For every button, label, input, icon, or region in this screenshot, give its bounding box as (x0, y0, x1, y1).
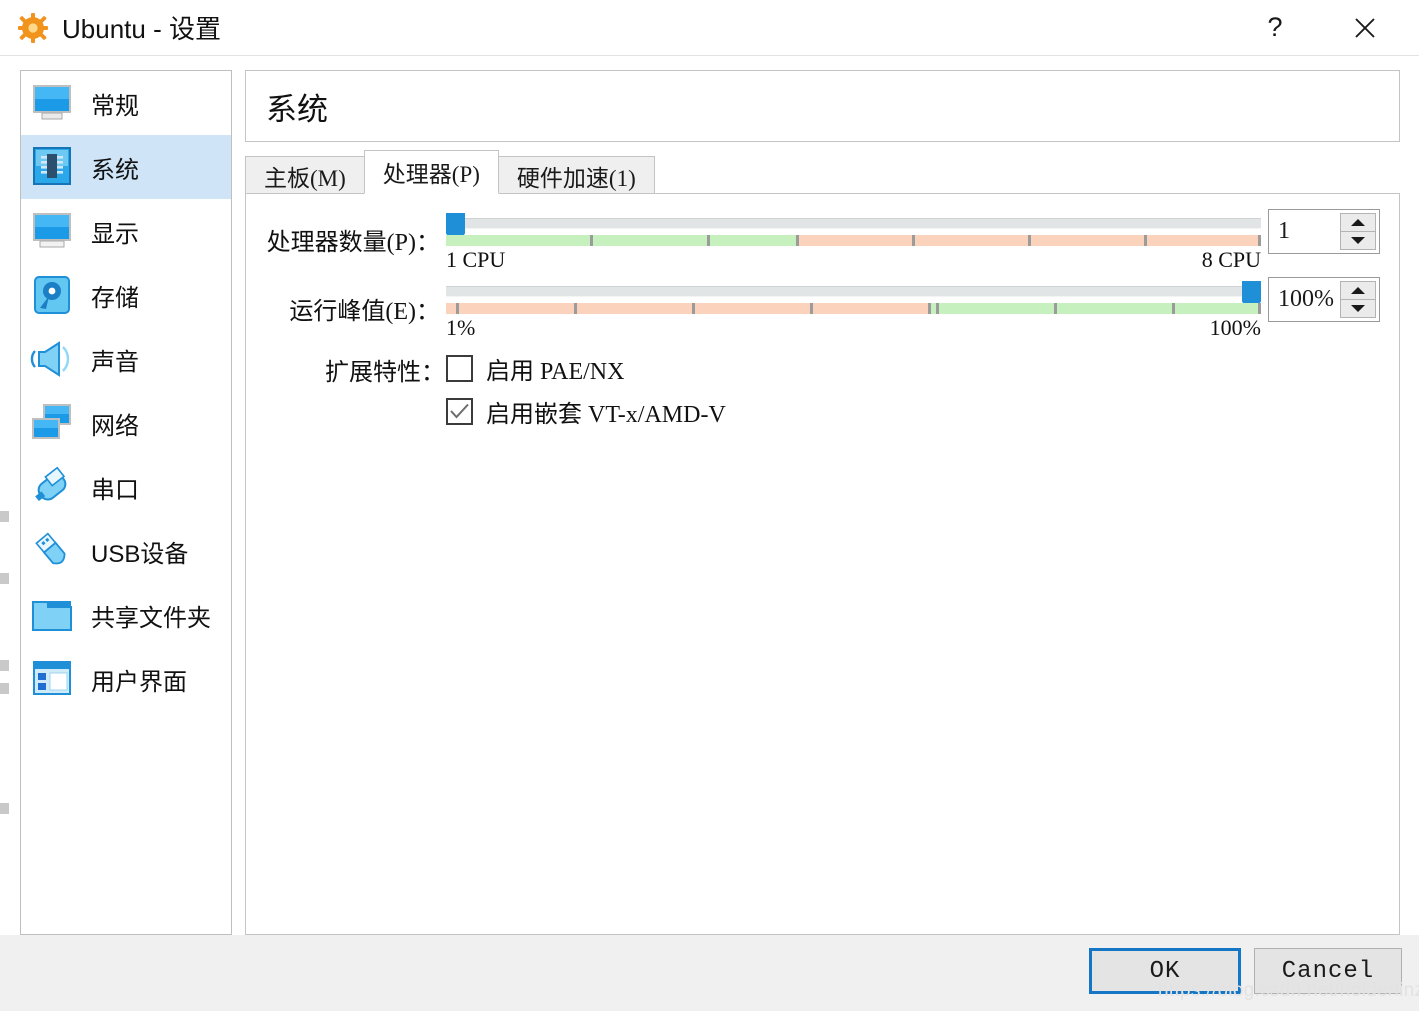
cpu-count-label: 处理器数量(P)： (266, 230, 440, 256)
exec-cap-increment-icon[interactable] (1340, 281, 1376, 300)
sidebar-item-system[interactable]: 系统 (21, 135, 231, 199)
help-button[interactable]: ? (1249, 5, 1301, 51)
watermark-text: https://blog.csdn.net/holderlinzhang (1158, 980, 1419, 1001)
sidebar-item-label: 串口 (91, 476, 139, 504)
extended-features-label: 扩展特性： (325, 360, 445, 386)
tab-motherboard[interactable]: 主板(M) (245, 156, 365, 194)
pae-nx-label: 启用 PAE/NX (486, 359, 625, 385)
cpu-count-row: 处理器数量(P)： (265, 216, 440, 257)
close-icon[interactable] (1339, 5, 1391, 51)
speaker-icon (27, 336, 77, 382)
exec-cap-spinbox[interactable]: 100% (1268, 277, 1380, 322)
window-title: Ubuntu - 设置 (62, 14, 221, 44)
sidebar-item-shared-folders[interactable]: 共享文件夹 (21, 583, 231, 647)
page-header: 系统 (245, 70, 1400, 142)
sidebar-item-usb[interactable]: USB设备 (21, 519, 231, 583)
exec-cap-range-labels: 1% 100% (446, 315, 1261, 343)
cpu-count-spinbox[interactable]: 1 (1268, 209, 1380, 254)
exec-cap-spin-buttons[interactable] (1340, 281, 1376, 318)
titlebar-separator (0, 55, 1419, 56)
cpu-count-spin-buttons[interactable] (1340, 213, 1376, 250)
sidebar-item-storage[interactable]: 存储 (21, 263, 231, 327)
sidebar-item-label: 用户界面 (91, 668, 187, 696)
cpu-count-slider-ticks (446, 235, 1261, 246)
checkbox-row-pae-nx[interactable]: 启用 PAE/NX (446, 351, 624, 386)
tab-acceleration[interactable]: 硬件加速(1) (497, 156, 655, 194)
virtualbox-gear-icon (18, 12, 48, 43)
cpu-count-decrement-icon[interactable] (1340, 232, 1376, 250)
exec-cap-decrement-icon[interactable] (1340, 300, 1376, 318)
sidebar-item-label: 网络 (91, 412, 139, 440)
usb-icon (27, 528, 77, 574)
nested-vtx-checkbox[interactable] (446, 398, 473, 425)
sidebar-item-label: 共享文件夹 (91, 604, 211, 632)
window-titlebar: Ubuntu - 设置 ? (0, 0, 1419, 55)
serial-port-icon (27, 464, 77, 510)
sidebar-item-label: USB设备 (91, 540, 189, 568)
tab-bar[interactable]: 主板(M) 处理器(P) 硬件加速(1) (245, 150, 1400, 194)
window-frame-tick (0, 511, 9, 522)
exec-cap-slider-ticks (446, 303, 1261, 314)
cpu-count-max-label: 8 CPU (1201, 247, 1261, 272)
exec-cap-min-label: 1% (446, 315, 476, 340)
sidebar-item-audio[interactable]: 声音 (21, 327, 231, 391)
window-frame-tick (0, 573, 9, 584)
harddisk-icon (27, 272, 77, 318)
cpu-count-value[interactable]: 1 (1269, 210, 1340, 253)
window-frame-tick (0, 683, 9, 694)
sidebar-item-network[interactable]: 网络 (21, 391, 231, 455)
sidebar-item-display[interactable]: 显示 (21, 199, 231, 263)
exec-cap-max-label: 100% (1209, 315, 1261, 340)
sidebar-item-label: 系统 (91, 156, 139, 184)
cpu-count-min-label: 1 CPU (446, 247, 506, 272)
checkbox-row-nested-vtx[interactable]: 启用嵌套 VT-x/AMD-V (446, 394, 726, 429)
sidebar-item-label: 声音 (91, 348, 139, 376)
cpu-count-slider[interactable]: 1 CPU 8 CPU (446, 213, 1261, 275)
exec-cap-value[interactable]: 100% (1269, 278, 1340, 321)
network-icon (27, 400, 77, 446)
user-interface-icon (27, 656, 77, 702)
sidebar-item-label: 常规 (91, 92, 139, 120)
tab-processor[interactable]: 处理器(P) (363, 150, 499, 194)
cpu-count-increment-icon[interactable] (1340, 213, 1376, 232)
sidebar-item-serial-ports[interactable]: 串口 (21, 455, 231, 519)
sidebar-item-general[interactable]: 常规 (21, 71, 231, 135)
window-frame-tick (0, 803, 9, 814)
settings-sidebar[interactable]: 常规 系统 显示 存储 声音 网络 串口 USB设备 共享文件夹 用户界面 (20, 70, 232, 935)
pae-nx-checkbox[interactable] (446, 355, 473, 382)
display-icon (27, 208, 77, 254)
sidebar-item-label: 显示 (91, 220, 139, 248)
folder-icon (27, 592, 77, 638)
sidebar-item-label: 存储 (91, 284, 139, 312)
exec-cap-row: 运行峰值(E)： (285, 285, 440, 326)
titlebar-controls: ? (1249, 5, 1419, 51)
nested-vtx-label: 启用嵌套 VT-x/AMD-V (486, 402, 726, 428)
exec-cap-label: 运行峰值(E)： (289, 299, 440, 325)
cpu-chip-icon (27, 144, 77, 190)
window-frame-tick (0, 660, 9, 671)
cpu-count-range-labels: 1 CPU 8 CPU (446, 247, 1261, 275)
monitor-icon (27, 80, 77, 126)
exec-cap-slider[interactable]: 1% 100% (446, 281, 1261, 343)
titlebar-left-group: Ubuntu - 设置 (0, 9, 221, 46)
sidebar-item-user-interface[interactable]: 用户界面 (21, 647, 231, 711)
page-title: 系统 (266, 91, 328, 127)
cpu-count-slider-groove[interactable] (446, 218, 1261, 229)
exec-cap-slider-groove[interactable] (446, 286, 1261, 297)
